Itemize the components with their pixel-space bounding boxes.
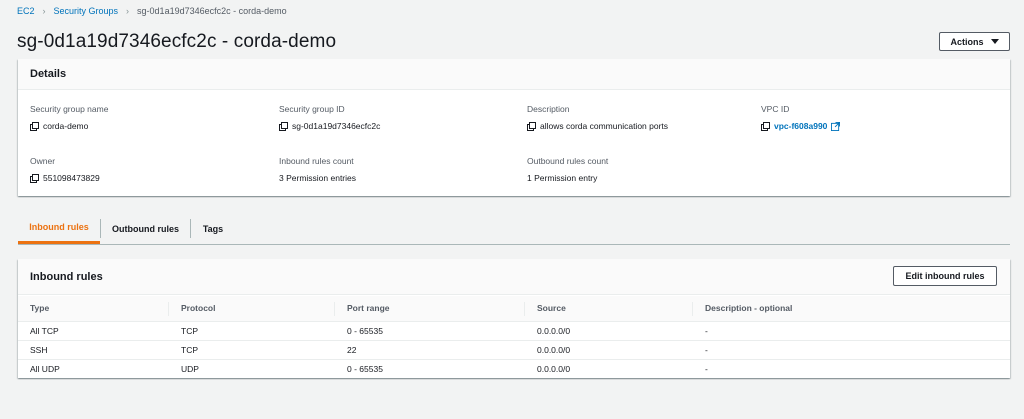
column-header-source[interactable]: Source <box>525 296 693 322</box>
breadcrumb-current: sg-0d1a19d7346ecfc2c - corda-demo <box>137 6 287 16</box>
field-value: 1 Permission entry <box>527 173 598 183</box>
breadcrumb-ec2-link[interactable]: EC2 <box>17 6 35 16</box>
tab-tags[interactable]: Tags <box>191 213 235 244</box>
field-outbound-rules-count: Outbound rules count 1 Permission entry <box>527 155 608 184</box>
cell-port-range: 0 - 65535 <box>335 321 525 341</box>
field-value: 551098473829 <box>43 173 100 183</box>
column-header-protocol[interactable]: Protocol <box>169 296 335 322</box>
cell-source: 0.0.0.0/0 <box>525 340 693 360</box>
cell-port-range: 22 <box>335 340 525 360</box>
copy-icon[interactable] <box>30 122 39 131</box>
field-label: Description <box>527 104 570 114</box>
field-vpc-id: VPC ID vpc-f608a990 <box>761 103 841 132</box>
copy-icon[interactable] <box>527 122 536 131</box>
breadcrumb: EC2 › Security Groups › sg-0d1a19d7346ec… <box>17 4 287 18</box>
edit-inbound-rules-button[interactable]: Edit inbound rules <box>893 266 997 286</box>
details-header: Details <box>18 59 1010 90</box>
cell-protocol: UDP <box>181 363 199 374</box>
field-value: corda-demo <box>43 121 89 131</box>
field-label: Outbound rules count <box>527 156 609 166</box>
cell-source: 0.0.0.0/0 <box>525 321 693 341</box>
table-header-row: Type Protocol Port range Source Descript… <box>18 296 1010 322</box>
external-link-icon[interactable] <box>831 121 841 131</box>
field-owner: Owner 551098473829 <box>30 155 100 184</box>
cell-description: - <box>705 363 708 374</box>
actions-button-label: Actions <box>950 36 984 47</box>
chevron-right-icon: › <box>42 6 46 16</box>
chevron-right-icon: › <box>126 6 130 16</box>
field-inbound-rules-count: Inbound rules count 3 Permission entries <box>279 155 356 184</box>
details-panel: Details Security group name corda-demo S… <box>18 59 1010 196</box>
column-header-type[interactable]: Type <box>18 296 169 322</box>
field-label: VPC ID <box>761 104 790 114</box>
cell-source: 0.0.0.0/0 <box>537 363 571 374</box>
field-value: sg-0d1a19d7346ecfc2c <box>292 121 381 131</box>
breadcrumb-security-groups-link[interactable]: Security Groups <box>54 6 119 16</box>
copy-icon[interactable] <box>30 174 39 183</box>
tab-outbound-rules[interactable]: Outbound rules <box>101 213 190 244</box>
field-label: Security group name <box>30 104 109 114</box>
tab-bar: Inbound rules Outbound rules Tags <box>18 213 1010 245</box>
cell-type: All TCP <box>18 321 169 341</box>
cell-type: SSH <box>18 340 169 360</box>
column-header-description[interactable]: Description - optional <box>693 296 1010 322</box>
field-description: Description allows corda communication p… <box>527 103 668 132</box>
field-label: Inbound rules count <box>279 156 354 166</box>
cell-description: - <box>693 321 1010 341</box>
cell-type: All UDP <box>30 363 60 374</box>
caret-down-icon <box>990 39 999 44</box>
inbound-rules-title: Inbound rules <box>30 271 103 283</box>
copy-icon[interactable] <box>279 122 288 131</box>
table-row: All TCP TCP 0 - 65535 0.0.0.0/0 - <box>18 321 1010 341</box>
inbound-rules-panel: Inbound rules Edit inbound rules Type Pr… <box>18 259 1010 378</box>
table-row: SSH TCP 22 0.0.0.0/0 - <box>18 340 1010 360</box>
details-title: Details <box>30 68 67 80</box>
field-value: 3 Permission entries <box>279 173 357 183</box>
cell-protocol: TCP <box>169 321 335 341</box>
page-title: sg-0d1a19d7346ecfc2c - corda-demo <box>17 31 337 52</box>
field-label: Owner <box>30 156 56 166</box>
tab-inbound-rules[interactable]: Inbound rules <box>18 213 100 244</box>
field-value: allows corda communication ports <box>540 121 669 131</box>
vpc-id-link[interactable]: vpc-f608a990 <box>774 120 827 132</box>
copy-icon[interactable] <box>761 122 770 131</box>
cell-description: - <box>693 340 1010 360</box>
inbound-rules-table: Type Protocol Port range Source Descript… <box>18 296 1010 378</box>
inbound-rules-header: Inbound rules Edit inbound rules <box>18 259 1010 295</box>
field-security-group-id: Security group ID sg-0d1a19d7346ecfc2c <box>279 103 380 132</box>
column-header-port-range[interactable]: Port range <box>335 296 525 322</box>
field-security-group-name: Security group name corda-demo <box>30 103 108 132</box>
cell-port-range: 0 - 65535 <box>347 363 383 374</box>
actions-button[interactable]: Actions <box>939 32 1010 51</box>
table-row: All UDP UDP 0 - 65535 0.0.0.0/0 - <box>18 359 1010 378</box>
cell-protocol: TCP <box>169 340 335 360</box>
field-label: Security group ID <box>279 104 345 114</box>
